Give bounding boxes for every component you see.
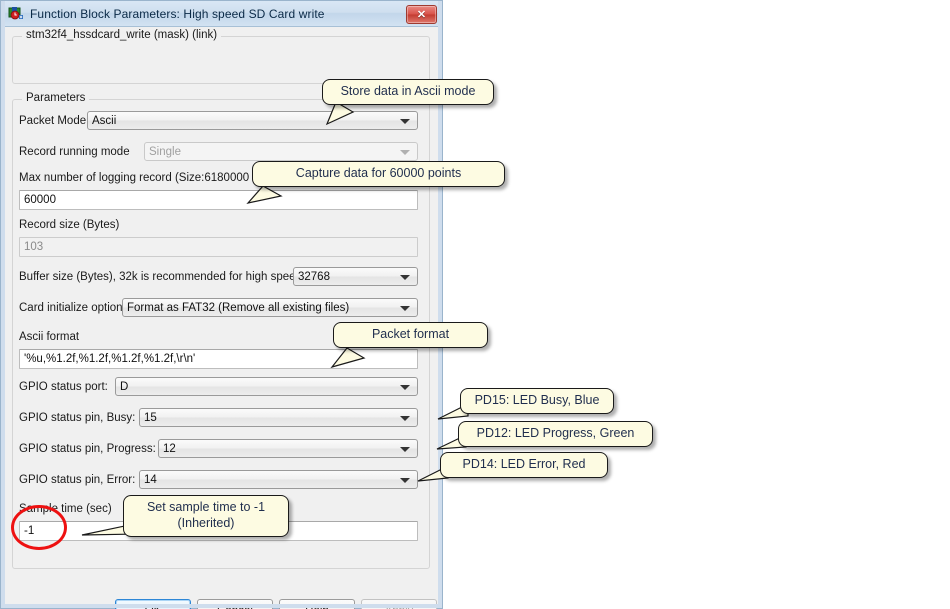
simulink-block-icon	[8, 6, 24, 22]
sample-time-highlight-ellipse	[11, 505, 67, 550]
chevron-down-icon	[400, 274, 410, 280]
packet-mode-label: Packet Mode	[19, 115, 87, 127]
callout-pin-busy: PD15: LED Busy, Blue	[460, 388, 614, 414]
record-running-mode-label: Record running mode	[19, 146, 130, 158]
record-running-mode-value: Single	[149, 145, 181, 158]
mask-info-title: stm32f4_hssdcard_write (mask) (link)	[22, 29, 222, 41]
max-logging-record-label: Max number of logging record (Size:61800…	[19, 172, 285, 184]
callout-packet-mode-text: Store data in Ascii mode	[340, 84, 476, 99]
mask-info-groupbox: stm32f4_hssdcard_write (mask) (link)	[12, 29, 430, 84]
gpio-status-port-label: GPIO status port:	[19, 381, 108, 393]
ascii-format-value: '%u,%1.2f,%1.2f,%1.2f,%1.2f,\r\n'	[24, 353, 196, 365]
callout-pin-error-text: PD14: LED Error, Red	[462, 457, 586, 472]
gpio-pin-progress-value: 12	[163, 442, 176, 455]
max-logging-record-input[interactable]: 60000	[19, 190, 418, 210]
window-titlebar[interactable]: Function Block Parameters: High speed SD…	[1, 1, 442, 27]
buffer-size-combo[interactable]: 32768	[293, 267, 418, 286]
record-size-value: 103	[24, 241, 44, 253]
parameters-title: Parameters	[22, 92, 90, 104]
gpio-pin-progress-combo[interactable]: 12	[158, 439, 418, 458]
callout-pin-progress: PD12: LED Progress, Green	[458, 421, 653, 447]
callout-pin-progress-text: PD12: LED Progress, Green	[476, 426, 635, 441]
apply-button: Apply	[361, 599, 437, 609]
ok-button-label: OK	[145, 605, 162, 609]
record-size-label: Record size (Bytes)	[19, 219, 120, 231]
chevron-down-icon	[400, 446, 410, 452]
record-running-mode-combo: Single	[144, 142, 418, 161]
cancel-button-label: Cancel	[217, 605, 253, 609]
callout-max-records: Capture data for 60000 points	[252, 161, 505, 187]
callout-pin-busy-text: PD15: LED Busy, Blue	[474, 393, 600, 408]
gpio-status-port-value: D	[120, 380, 129, 393]
ascii-format-label: Ascii format	[19, 331, 80, 343]
apply-button-label: Apply	[385, 605, 414, 609]
gpio-status-port-combo[interactable]: D	[115, 377, 418, 396]
gpio-pin-error-combo[interactable]: 14	[139, 470, 418, 489]
chevron-down-icon	[400, 118, 410, 124]
help-button-label: Help	[305, 605, 329, 609]
record-size-input: 103	[19, 237, 418, 257]
callout-ascii-format-text: Packet format	[371, 327, 450, 342]
window-title: Function Block Parameters: High speed SD…	[30, 6, 325, 21]
buffer-size-label: Buffer size (Bytes), 32k is recommended …	[19, 271, 302, 283]
card-initialize-combo[interactable]: Format as FAT32 (Remove all existing fil…	[122, 298, 418, 317]
chevron-down-icon	[400, 477, 410, 483]
gpio-pin-error-label: GPIO status pin, Error:	[19, 474, 136, 486]
callout-sample-time-text: Set sample time to -1 (Inherited)	[146, 500, 266, 530]
chevron-down-icon	[400, 305, 410, 311]
buffer-size-value: 32768	[298, 270, 330, 283]
chevron-down-icon	[400, 149, 410, 155]
callout-ascii-format: Packet format	[333, 322, 488, 348]
packet-mode-combo[interactable]: Ascii	[87, 111, 418, 130]
card-initialize-value: Format as FAT32 (Remove all existing fil…	[127, 301, 350, 314]
cancel-button[interactable]: Cancel	[197, 599, 273, 609]
chevron-down-icon	[400, 384, 410, 390]
gpio-pin-busy-label: GPIO status pin, Busy:	[19, 412, 136, 424]
gpio-pin-error-value: 14	[144, 473, 157, 486]
max-logging-record-value: 60000	[24, 194, 56, 206]
callout-pin-error: PD14: LED Error, Red	[440, 452, 608, 478]
screenshot-root: Function Block Parameters: High speed SD…	[0, 0, 950, 609]
ascii-format-input[interactable]: '%u,%1.2f,%1.2f,%1.2f,%1.2f,\r\n'	[19, 349, 418, 369]
chevron-down-icon	[400, 415, 410, 421]
ok-button[interactable]: OK	[115, 599, 191, 609]
callout-packet-mode: Store data in Ascii mode	[322, 79, 494, 105]
gpio-pin-busy-value: 15	[144, 411, 157, 424]
callout-sample-time: Set sample time to -1 (Inherited)	[123, 495, 289, 537]
callout-max-records-text: Capture data for 60000 points	[295, 166, 462, 181]
close-icon[interactable]: ✕	[406, 5, 437, 24]
gpio-pin-busy-combo[interactable]: 15	[139, 408, 418, 427]
help-button[interactable]: Help	[279, 599, 355, 609]
packet-mode-value: Ascii	[92, 114, 117, 127]
dialog-button-bar: OK Cancel Help Apply	[5, 593, 438, 609]
card-initialize-label: Card initialize option	[19, 302, 123, 314]
gpio-pin-progress-label: GPIO status pin, Progress:	[19, 443, 156, 455]
